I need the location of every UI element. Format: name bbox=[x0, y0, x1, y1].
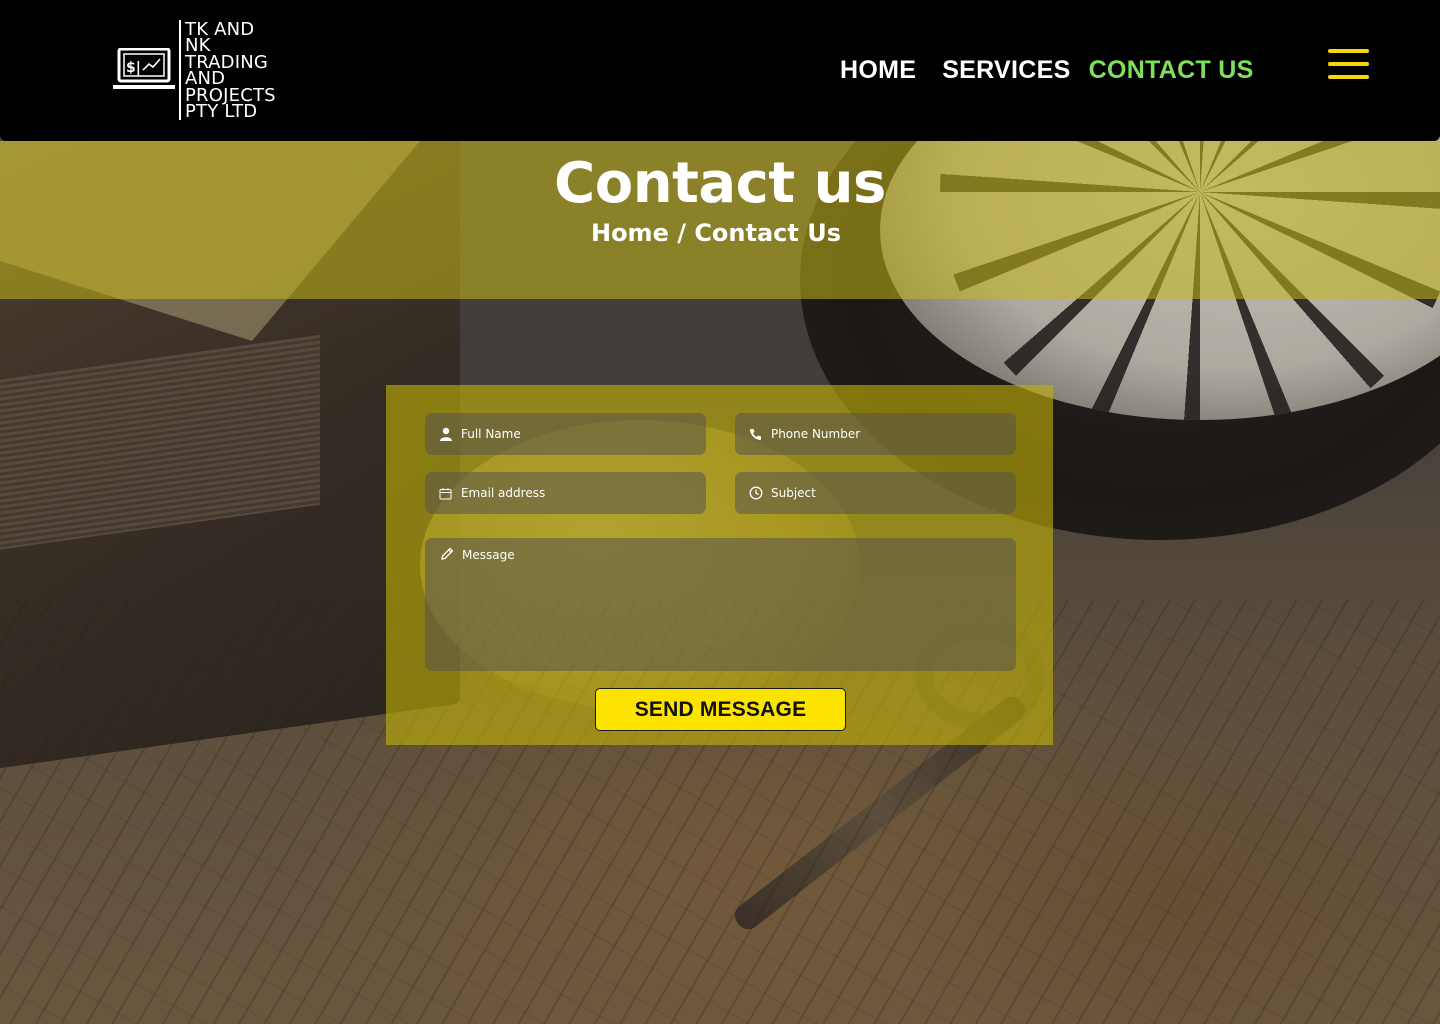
user-icon bbox=[439, 426, 453, 442]
logo-glyph: $| bbox=[126, 60, 141, 76]
laptop-chart-icon: $| bbox=[113, 47, 175, 92]
logo-link[interactable]: $| TK AND NK TRADING AND PROJECTS PTY LT… bbox=[113, 20, 276, 121]
send-message-button[interactable]: SEND MESSAGE bbox=[595, 688, 846, 731]
message-input[interactable] bbox=[462, 548, 1016, 658]
nav-contact-us[interactable]: CONTACT US bbox=[1089, 56, 1254, 85]
breadcrumb: Home / Contact Us bbox=[590, 219, 842, 247]
nav-home[interactable]: HOME bbox=[840, 56, 916, 85]
message-field bbox=[425, 538, 1016, 671]
nav-services[interactable]: SERVICES bbox=[942, 56, 1070, 85]
brand-name: TK AND NK TRADING AND PROJECTS PTY LTD bbox=[185, 20, 276, 120]
pencil-icon bbox=[439, 546, 454, 562]
full-name-field bbox=[425, 413, 706, 455]
phone-field bbox=[735, 413, 1016, 455]
menu-bar bbox=[1328, 75, 1369, 79]
subject-input[interactable] bbox=[771, 486, 1016, 500]
page-banner: Contact us Home / Contact Us bbox=[0, 141, 1440, 299]
site-header: $| TK AND NK TRADING AND PROJECTS PTY LT… bbox=[0, 0, 1440, 141]
calendar-icon bbox=[439, 485, 453, 501]
brand-line: PTY LTD bbox=[185, 101, 258, 123]
clock-icon bbox=[749, 485, 763, 501]
subject-field bbox=[735, 472, 1016, 514]
contact-form: SEND MESSAGE bbox=[386, 385, 1053, 745]
phone-icon bbox=[749, 426, 763, 442]
phone-input[interactable] bbox=[770, 427, 1016, 441]
logo-divider bbox=[179, 20, 181, 120]
hamburger-menu-icon[interactable] bbox=[1328, 49, 1369, 79]
page-title: Contact us bbox=[554, 151, 886, 216]
menu-bar bbox=[1328, 62, 1369, 66]
email-field bbox=[425, 472, 706, 514]
main-nav: HOME SERVICES CONTACT US bbox=[840, 56, 1254, 85]
menu-bar bbox=[1328, 49, 1369, 53]
email-input[interactable] bbox=[460, 486, 706, 500]
full-name-input[interactable] bbox=[461, 427, 706, 441]
